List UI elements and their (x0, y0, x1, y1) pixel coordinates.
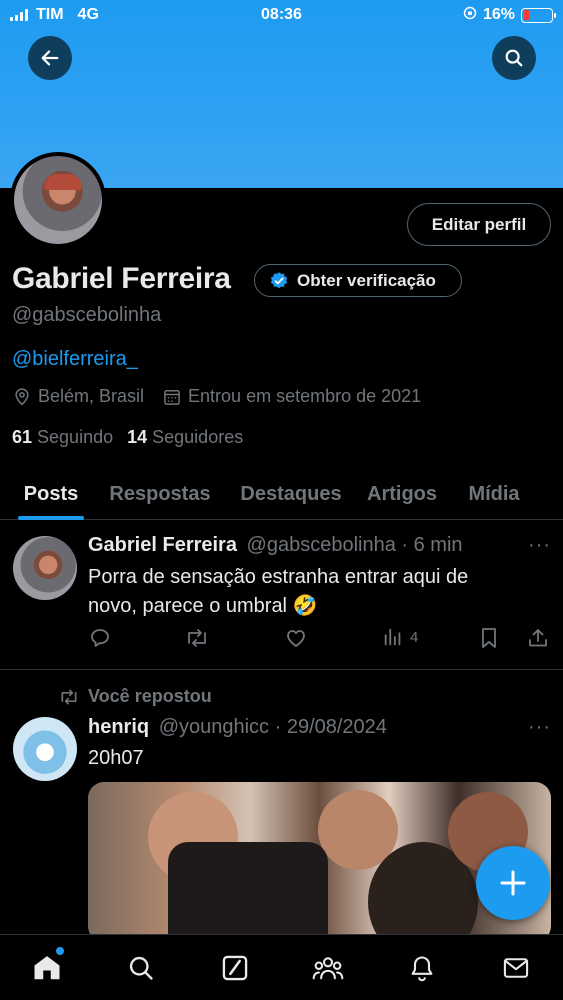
post-handle-time: @gabscebolinha · 6 min (246, 534, 463, 556)
signal-icon (10, 9, 28, 21)
views-count: 4 (410, 628, 419, 646)
notification-dot (56, 947, 64, 955)
bell-icon (411, 955, 433, 981)
profile-avatar[interactable] (10, 152, 106, 248)
reply-button[interactable] (88, 626, 112, 650)
status-time: 08:36 (261, 6, 302, 23)
views-button[interactable]: 4 (382, 626, 418, 648)
calendar-icon (164, 389, 180, 405)
arrow-left-icon (41, 50, 59, 66)
tab-articles[interactable]: Artigos (362, 468, 442, 520)
post-text: Porra de sensação estranha entrar aqui d… (88, 566, 469, 617)
status-bar: TIM 4G 08:36 16% (0, 0, 563, 30)
like-button[interactable] (284, 626, 308, 650)
home-icon (34, 955, 60, 979)
reply-icon (91, 629, 109, 647)
nav-communities[interactable] (281, 935, 375, 1000)
profile-name: Gabriel Ferreira (12, 262, 231, 295)
post-handle-time: @younghicc · 29/08/2024 (158, 716, 387, 738)
mail-icon (503, 957, 529, 978)
profile-tabs: Posts Respostas Destaques Artigos Mídia (0, 468, 563, 520)
verified-badge-icon (270, 271, 288, 288)
repost-icon (61, 689, 77, 704)
profile-location: Belém, Brasil (38, 386, 145, 406)
post-header: Gabriel Ferreira @gabscebolinha · 6 min (88, 534, 463, 557)
repost-button[interactable] (184, 626, 210, 650)
nav-notifications[interactable] (375, 935, 469, 1000)
plus-icon (500, 870, 526, 896)
tab-media[interactable]: Mídia (464, 468, 524, 520)
search-button[interactable] (492, 36, 536, 80)
post-avatar[interactable] (13, 536, 77, 600)
carrier: TIM (36, 6, 64, 23)
heart-icon (287, 630, 305, 647)
profile-handle: @gabscebolinha (12, 304, 162, 326)
followers-link[interactable]: 14 Seguidores (127, 427, 243, 448)
get-verified-button[interactable]: Obter verificação (254, 264, 462, 297)
share-icon (529, 629, 547, 647)
communities-icon (313, 956, 344, 979)
tab-highlights[interactable]: Destaques (234, 468, 348, 520)
views-chart-icon (384, 628, 401, 646)
post-text: 20h07 (88, 747, 144, 769)
nav-search[interactable] (94, 935, 188, 1000)
grok-icon (222, 955, 247, 980)
post-actions: 4 (88, 626, 550, 654)
orientation-lock-icon (463, 6, 477, 25)
following-link[interactable]: 61 Seguindo (12, 427, 113, 448)
profile-meta: Belém, Brasil Entrou em setembro de 2021 (12, 386, 439, 407)
network-type: 4G (77, 6, 99, 23)
edit-profile-button[interactable]: Editar perfil (407, 203, 551, 246)
nav-home[interactable] (0, 935, 94, 1000)
bookmark-button[interactable] (478, 626, 500, 650)
location-pin-icon (15, 387, 29, 406)
tab-replies[interactable]: Respostas (104, 468, 216, 520)
post-more-button[interactable]: ··· (528, 534, 551, 557)
battery-icon (521, 7, 556, 23)
search-icon (129, 956, 153, 980)
profile-bio-link[interactable]: @bielferreira_ (12, 348, 138, 371)
post-avatar[interactable] (13, 717, 77, 781)
back-button[interactable] (28, 36, 72, 80)
post-more-button[interactable]: ··· (528, 716, 551, 739)
post-author[interactable]: Gabriel Ferreira (88, 534, 237, 556)
search-icon (505, 49, 523, 67)
tab-posts[interactable]: Posts (18, 468, 84, 520)
bottom-navigation (0, 934, 563, 1000)
compose-post-button[interactable] (476, 846, 550, 920)
post-divider (0, 669, 563, 670)
repost-label: Você repostou (88, 686, 212, 706)
nav-grok[interactable] (188, 935, 282, 1000)
bookmark-icon (482, 628, 496, 648)
follow-stats: 61 Seguindo 14 Seguidores (12, 427, 243, 448)
post-header: henriq @younghicc · 29/08/2024 (88, 716, 387, 739)
profile-joined: Entrou em setembro de 2021 (188, 386, 422, 406)
repost-icon (188, 629, 206, 647)
battery-percent: 16% (482, 6, 515, 23)
get-verified-label: Obter verificação (297, 270, 436, 290)
repost-indicator: Você repostou (58, 686, 212, 707)
share-button[interactable] (526, 626, 550, 650)
post-author[interactable]: henriq (88, 716, 149, 738)
nav-messages[interactable] (469, 935, 563, 1000)
